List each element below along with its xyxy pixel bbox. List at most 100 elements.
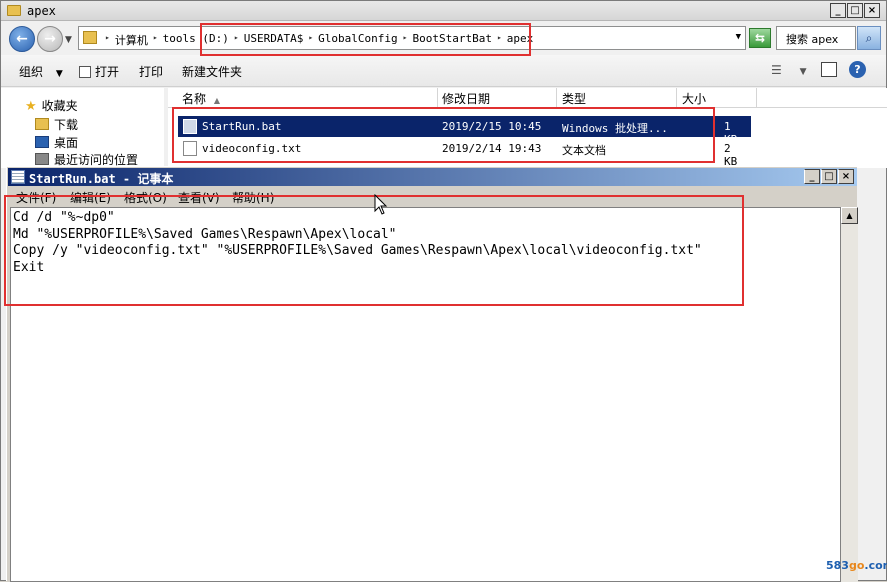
chevron-down-icon: ▼ (55, 69, 63, 79)
column-header-size[interactable]: 大小 (682, 90, 706, 107)
notepad-icon (11, 170, 25, 184)
notepad-menubar: 文件(F) 编辑(E) 格式(O) 查看(V) 帮助(H) (8, 187, 857, 206)
maximize-button[interactable]: □ (821, 169, 837, 184)
watermark-text: 583go.com (826, 559, 887, 572)
sort-ascending-icon: ▲ (213, 96, 220, 105)
maximize-button[interactable]: □ (847, 3, 863, 18)
notepad-content: Cd /d "%~dp0" Md "%USERPROFILE%\Saved Ga… (13, 210, 702, 275)
notepad-text-area[interactable]: Cd /d "%~dp0" Md "%USERPROFILE%\Saved Ga… (10, 207, 841, 582)
organize-menu[interactable]: 组织 ▼ (19, 63, 63, 80)
star-icon: ★ (25, 99, 37, 114)
nav-label: 桌面 (54, 136, 79, 150)
column-header-modified[interactable]: 修改日期 (442, 90, 490, 107)
print-button[interactable]: 打印 (139, 63, 163, 80)
organize-label: 组织 (19, 65, 44, 79)
chevron-right-icon[interactable]: ▸ (151, 32, 160, 48)
search-icon: ⌕ (865, 31, 873, 45)
nav-downloads[interactable]: 下载 (35, 116, 78, 133)
file-name: StartRun.bat (202, 120, 282, 133)
arrow-right-icon: → (44, 31, 56, 47)
help-icon[interactable]: ? (849, 61, 866, 78)
preview-pane-icon[interactable] (821, 62, 837, 77)
file-name: videoconfig.txt (202, 142, 302, 155)
watermark-part: 583 (826, 559, 849, 572)
window-title: apex (27, 4, 56, 18)
address-row: ← → ▼ ▸ 计算机 ▸ tools (D:) ▸ USERDATA$ ▸ G… (1, 21, 886, 55)
open-icon (79, 66, 91, 78)
file-row[interactable]: videoconfig.txt 2019/2/14 19:43 文本文档 (178, 138, 751, 159)
menu-help[interactable]: 帮助(H) (232, 189, 274, 206)
navigation-pane: ★ 收藏夹 下载 桌面 最近访问的位置 (1, 88, 164, 168)
folder-icon (7, 5, 21, 16)
file-row[interactable]: StartRun.bat 2019/2/15 10:45 Windows 批处理… (178, 116, 751, 137)
file-modified: 2019/2/14 19:43 (442, 142, 542, 155)
nav-desktop[interactable]: 桌面 (35, 134, 78, 151)
column-header-name[interactable]: 名称 ▲ (182, 90, 220, 107)
watermark-part: go (848, 559, 865, 572)
nav-label: 收藏夹 (41, 99, 78, 113)
breadcrumb-item[interactable]: BootStartBat (409, 32, 494, 48)
column-label: 名称 (182, 92, 207, 106)
chevron-right-icon[interactable]: ▸ (232, 32, 241, 48)
new-folder-button[interactable]: 新建文件夹 (182, 63, 242, 80)
file-modified: 2019/2/15 10:45 (442, 120, 542, 133)
folder-icon (83, 31, 97, 44)
chevron-down-icon: ▼ (799, 67, 807, 77)
file-size: 1 KB (721, 116, 744, 146)
scroll-up-arrow-icon[interactable]: ▲ (841, 207, 858, 224)
recent-places-icon (35, 153, 49, 165)
notepad-titlebar: StartRun.bat - 记事本 _ □ × (8, 168, 857, 186)
recent-pages-dropdown[interactable]: ▼ (65, 35, 72, 45)
desktop-icon (35, 136, 49, 148)
batch-file-icon (183, 119, 197, 134)
refresh-icon: ⇆ (754, 31, 766, 45)
notepad-window: StartRun.bat - 记事本 _ □ × 文件(F) 编辑(E) 格式(… (6, 166, 858, 582)
watermark: 583go.com (818, 554, 887, 576)
breadcrumb-item[interactable]: tools (D:) (160, 32, 232, 48)
minimize-button[interactable]: _ (804, 169, 820, 184)
address-bar[interactable]: ▸ 计算机 ▸ tools (D:) ▸ USERDATA$ ▸ GlobalC… (78, 26, 746, 50)
watermark-part: .com (864, 559, 887, 572)
close-button[interactable]: × (864, 3, 880, 18)
breadcrumb-item[interactable]: USERDATA$ (241, 32, 307, 48)
explorer-titlebar: apex _ □ × (1, 1, 886, 21)
menu-edit[interactable]: 编辑(E) (70, 189, 111, 206)
menu-file[interactable]: 文件(F) (16, 189, 56, 206)
refresh-button[interactable]: ⇆ (749, 28, 771, 48)
downloads-folder-icon (35, 118, 49, 130)
address-dropdown-icon[interactable]: ▼ (736, 32, 741, 42)
arrow-left-icon: ← (16, 31, 28, 47)
forward-button[interactable]: → (37, 26, 63, 52)
change-view-button[interactable]: ☰ ▼ (771, 63, 807, 77)
minimize-button[interactable]: _ (830, 3, 846, 18)
nav-label: 最近访问的位置 (54, 153, 139, 167)
nav-favorites[interactable]: ★ 收藏夹 (25, 97, 78, 114)
close-button[interactable]: × (838, 169, 854, 184)
nav-label: 下载 (54, 118, 79, 132)
open-button[interactable]: 打开 (79, 63, 119, 80)
chevron-right-icon[interactable]: ▸ (495, 32, 504, 48)
chevron-right-icon[interactable]: ▸ (103, 32, 112, 48)
search-button[interactable]: ⌕ (857, 26, 881, 50)
column-header-type[interactable]: 类型 (562, 90, 586, 107)
file-type: 文本文档 (562, 144, 606, 157)
menu-view[interactable]: 查看(V) (178, 189, 220, 206)
breadcrumb-item[interactable]: 计算机 (112, 32, 151, 48)
breadcrumb-item[interactable]: GlobalConfig (315, 32, 400, 48)
text-file-icon (183, 141, 197, 156)
breadcrumb: ▸ 计算机 ▸ tools (D:) ▸ USERDATA$ ▸ GlobalC… (103, 32, 536, 48)
chevron-right-icon[interactable]: ▸ (306, 32, 315, 48)
file-type: Windows 批处理... (562, 122, 668, 135)
menu-format[interactable]: 格式(O) (124, 189, 167, 206)
command-toolbar: 组织 ▼ 打开 打印 新建文件夹 ☰ ▼ ? (1, 55, 886, 87)
file-size: 2 KB (724, 142, 738, 168)
vertical-scrollbar[interactable]: ▲ (841, 207, 858, 582)
chevron-right-icon[interactable]: ▸ (401, 32, 410, 48)
column-header-row: 名称 ▲ 修改日期 类型 大小 (168, 88, 887, 108)
notepad-title: StartRun.bat - 记事本 (29, 172, 174, 186)
breadcrumb-item[interactable]: apex (504, 32, 537, 48)
open-label: 打开 (95, 65, 120, 79)
details-view-icon: ☰ (771, 63, 782, 77)
search-input[interactable]: 搜索 apex (776, 26, 856, 50)
back-button[interactable]: ← (9, 26, 35, 52)
